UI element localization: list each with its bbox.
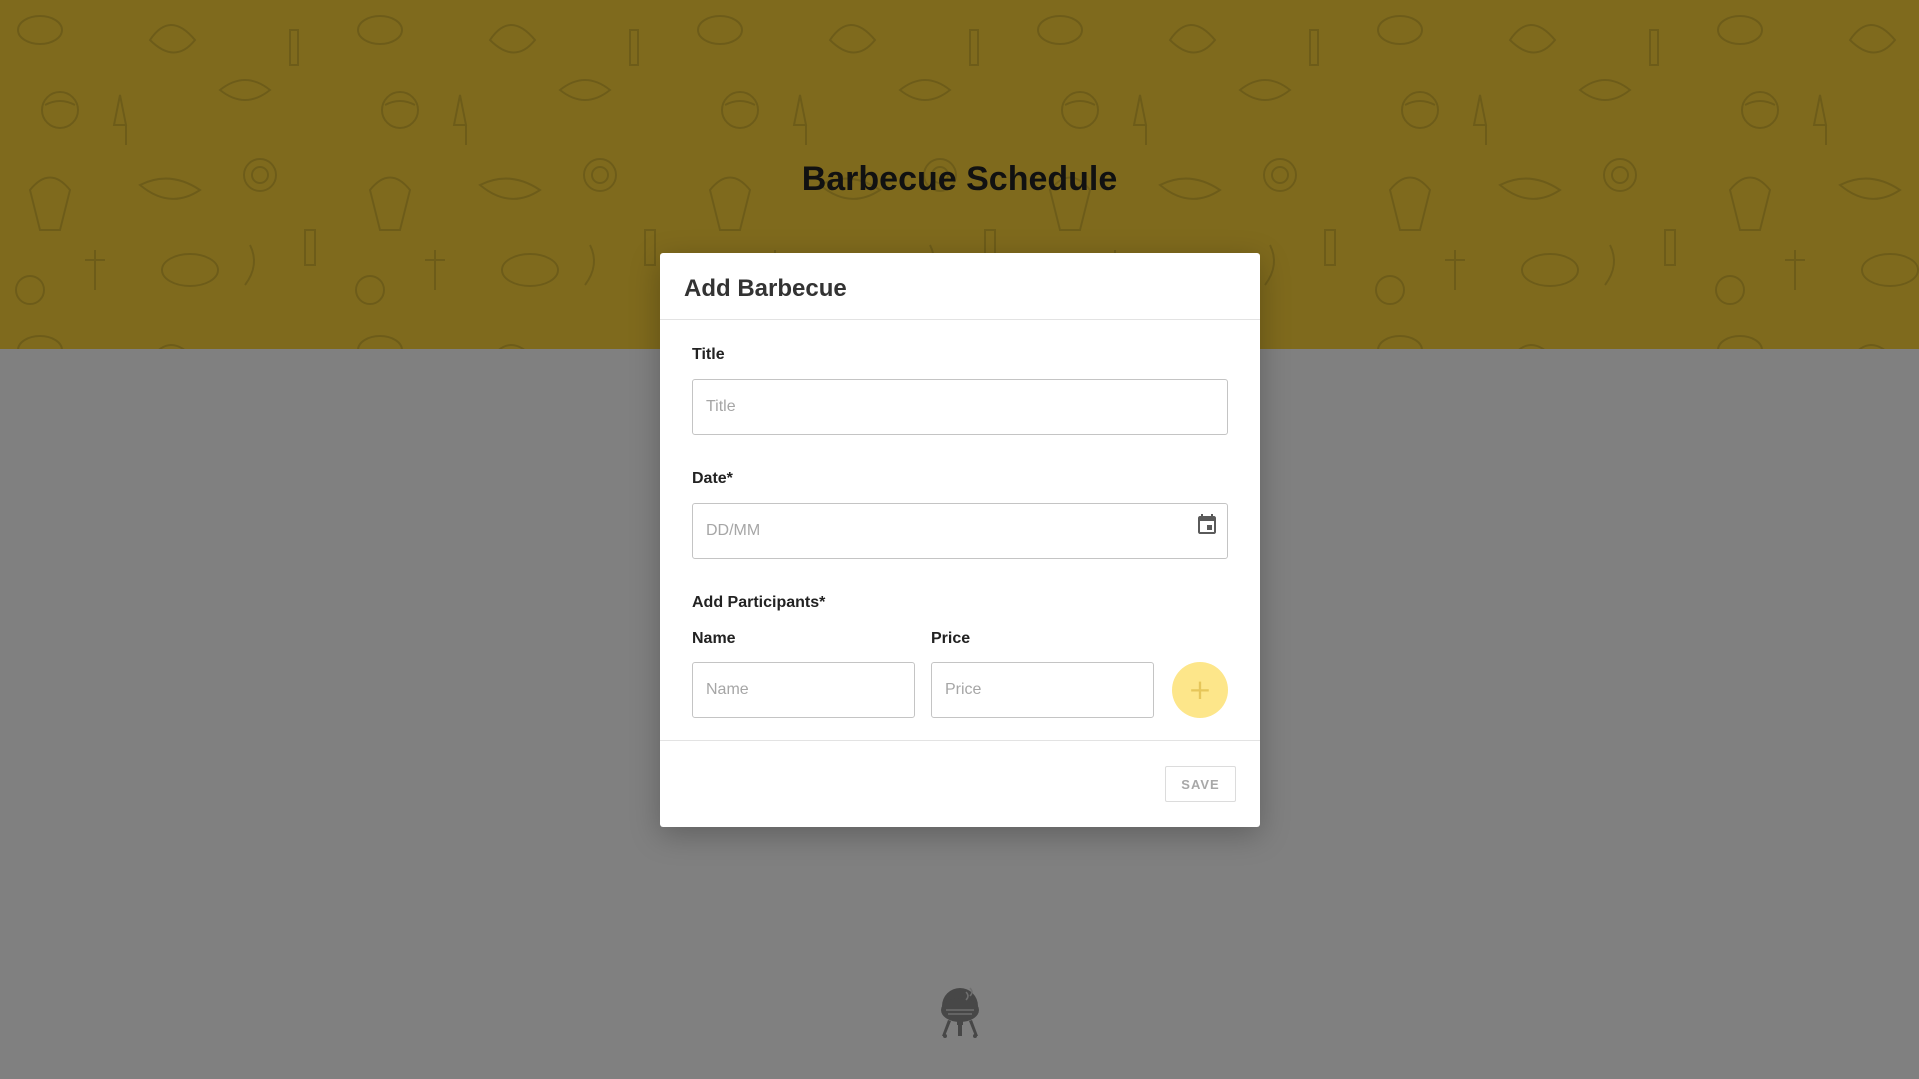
plus-icon: + xyxy=(1188,673,1212,706)
modal-header: Add Barbecue xyxy=(660,253,1260,320)
date-input[interactable] xyxy=(692,503,1228,559)
barbecue-grill-icon xyxy=(941,987,979,1038)
add-participant-button[interactable]: + xyxy=(1172,662,1228,718)
modal-footer: SAVE xyxy=(660,741,1260,827)
save-button[interactable]: SAVE xyxy=(1165,766,1236,802)
name-label: Name xyxy=(692,630,736,647)
page-title: Barbecue Schedule xyxy=(801,160,1118,198)
modal-body: Title Date* Add Participants* Name Price… xyxy=(660,320,1260,741)
participants-label: Add Participants* xyxy=(692,594,826,611)
calendar-icon[interactable] xyxy=(1195,512,1219,536)
participant-name-input[interactable] xyxy=(692,662,915,718)
add-barbecue-modal: Add Barbecue Title Date* Add Participant… xyxy=(660,253,1260,827)
modal-title: Add Barbecue xyxy=(684,275,847,302)
title-label: Title xyxy=(692,346,725,363)
participant-price-input[interactable] xyxy=(931,662,1154,718)
price-label: Price xyxy=(931,630,971,647)
title-input[interactable] xyxy=(692,379,1228,435)
date-label: Date* xyxy=(692,470,733,487)
